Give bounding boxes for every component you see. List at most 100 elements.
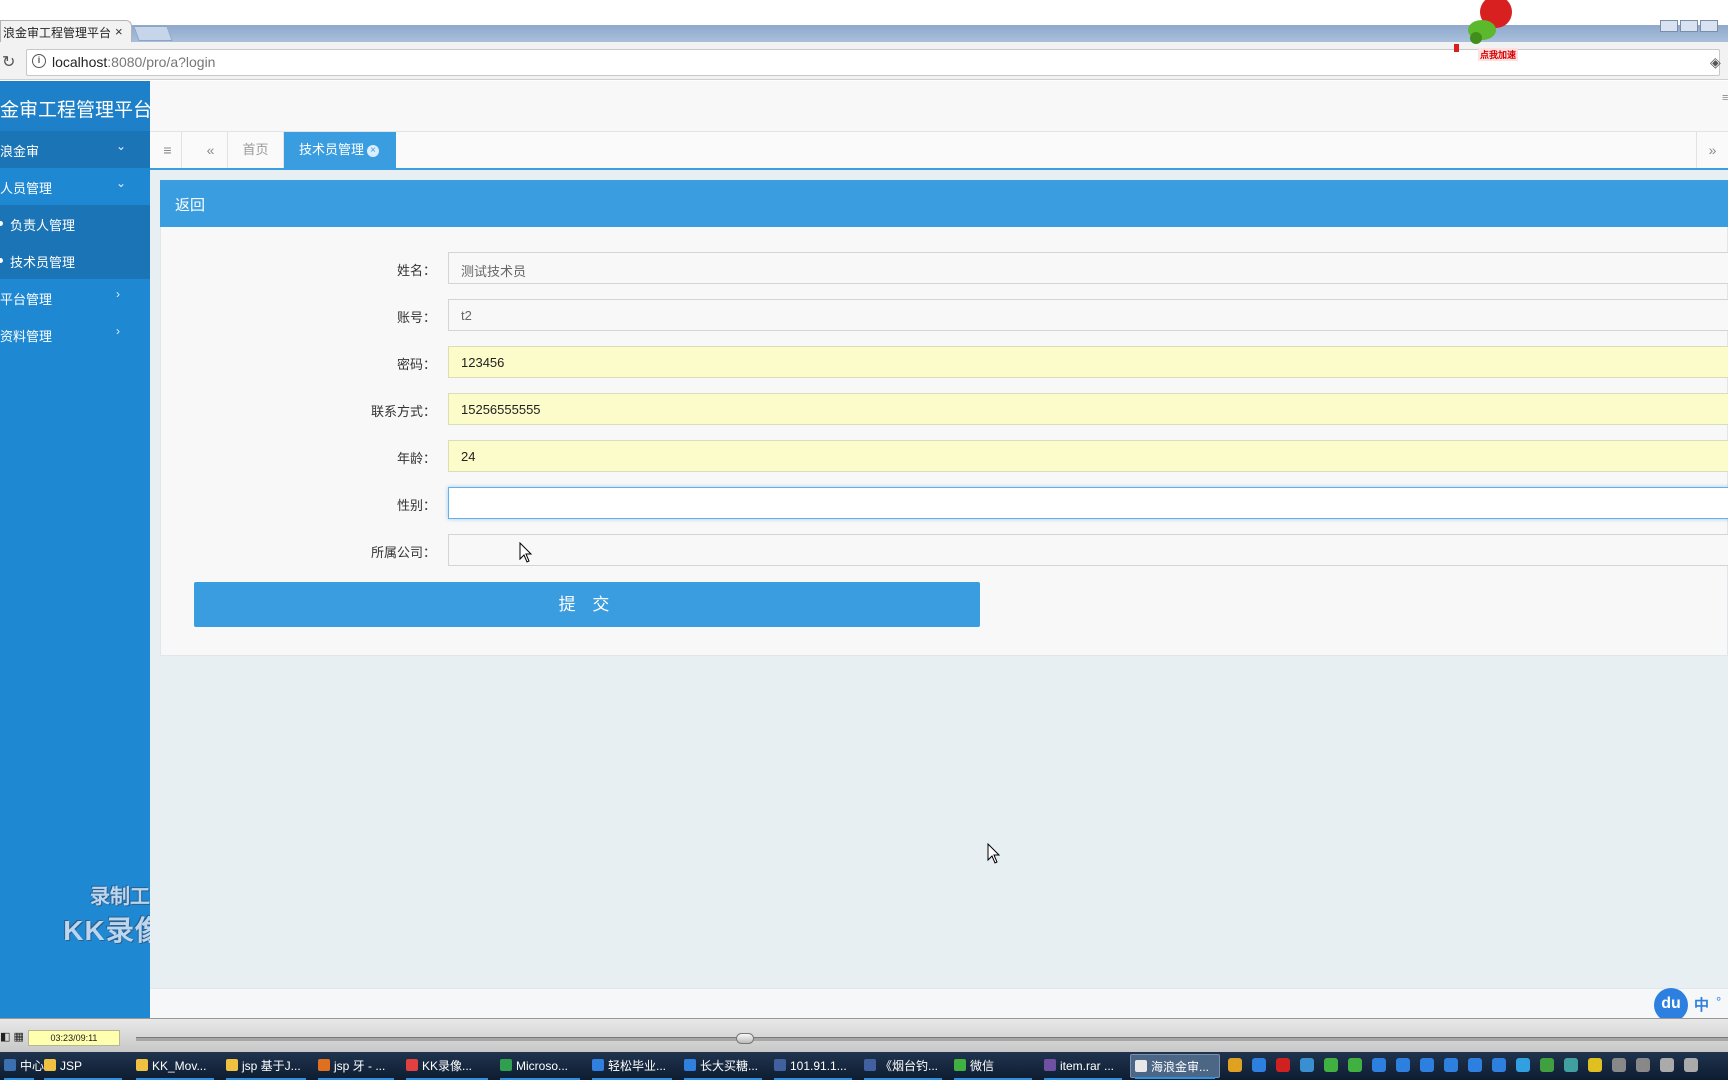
- taskbar-item-label: 海浪金审...: [1151, 1060, 1210, 1074]
- submit-button[interactable]: 提 交: [194, 582, 980, 627]
- company-field[interactable]: [448, 534, 1728, 566]
- app-icon: [592, 1059, 604, 1071]
- app-icon: [864, 1059, 876, 1071]
- tray-icon[interactable]: [1396, 1058, 1410, 1072]
- taskbar-item-label: item.rar ...: [1060, 1059, 1115, 1073]
- taskbar-item[interactable]: 长大买糖...: [680, 1054, 766, 1080]
- tray-icon[interactable]: [1252, 1058, 1266, 1072]
- ime-punct-icon[interactable]: °: [1716, 994, 1721, 1009]
- taskbar-item[interactable]: 中心...: [0, 1054, 54, 1080]
- password-field[interactable]: 123456: [448, 346, 1728, 378]
- browser-tab[interactable]: 浪金审工程管理平台 ×: [0, 20, 132, 43]
- new-tab-button[interactable]: [133, 26, 173, 41]
- url-path: :8080/pro/a?login: [107, 54, 216, 70]
- tray-icon[interactable]: [1684, 1058, 1698, 1072]
- sidebar-item-label: 资料管理: [0, 329, 53, 344]
- taskbar-item[interactable]: KK_Mov...: [132, 1054, 218, 1080]
- age-field[interactable]: 24: [448, 440, 1728, 472]
- ime-mode-indicator[interactable]: 中: [1694, 994, 1709, 1015]
- info-icon[interactable]: i: [32, 54, 46, 68]
- bullet-icon: [0, 258, 3, 263]
- browser-tab-close-icon[interactable]: ×: [115, 24, 123, 39]
- taskbar-item[interactable]: 轻松毕业...: [588, 1054, 676, 1080]
- gender-field[interactable]: [448, 487, 1728, 519]
- url-host: localhost: [52, 54, 108, 70]
- player-time: 03:23/09:11: [28, 1030, 120, 1046]
- tray-icon[interactable]: [1612, 1058, 1626, 1072]
- url-text: localhost:8080/pro/a?login: [52, 54, 215, 70]
- sidebar-item-personnel[interactable]: 人员管理 ⌄: [0, 168, 150, 205]
- taskbar-item[interactable]: 海浪金审...: [1130, 1054, 1220, 1079]
- sidebar-item-label: 负责人管理: [10, 218, 76, 233]
- minimize-icon[interactable]: [1660, 20, 1678, 32]
- reload-icon[interactable]: ↻: [2, 52, 15, 72]
- tray-icon[interactable]: [1588, 1058, 1602, 1072]
- taskbar-item[interactable]: Microso...: [496, 1054, 584, 1080]
- mouse-cursor-icon: [987, 843, 1001, 864]
- taskbar-item-label: 101.91.1...: [790, 1059, 847, 1073]
- tray-icon[interactable]: [1516, 1058, 1530, 1072]
- account-label: 账号：: [396, 310, 436, 325]
- tray-icon[interactable]: [1372, 1058, 1386, 1072]
- taskbar-item[interactable]: 101.91.1...: [770, 1054, 856, 1080]
- app-icon: [406, 1059, 418, 1071]
- taskbar-item[interactable]: item.rar ...: [1040, 1054, 1126, 1080]
- taskbar-item[interactable]: jsp 牙 - ...: [314, 1054, 398, 1080]
- taskbar-item-label: Microso...: [516, 1059, 569, 1073]
- tray-icon[interactable]: [1324, 1058, 1338, 1072]
- tray-icon[interactable]: [1540, 1058, 1554, 1072]
- name-label: 姓名：: [396, 263, 436, 278]
- taskbar-item[interactable]: JSP: [40, 1054, 126, 1080]
- tray-icon[interactable]: [1300, 1058, 1314, 1072]
- back-link[interactable]: 返回: [160, 180, 1728, 227]
- player-controls-icon[interactable]: ◧ ▦: [0, 1030, 24, 1043]
- contact-label: 联系方式：: [370, 404, 436, 419]
- close-window-icon[interactable]: [1700, 20, 1718, 32]
- baidu-ime-icon[interactable]: du: [1654, 988, 1688, 1022]
- player-seek-track[interactable]: [136, 1037, 1728, 1041]
- chevron-down-icon: ⌄: [116, 176, 127, 190]
- app-icon: [4, 1059, 16, 1071]
- app-icon: [1135, 1060, 1147, 1072]
- close-icon[interactable]: ×: [367, 144, 380, 157]
- tray-icon[interactable]: [1636, 1058, 1650, 1072]
- maximize-icon[interactable]: [1680, 20, 1698, 32]
- tray-icon[interactable]: [1444, 1058, 1458, 1072]
- sidebar-item-platform[interactable]: 平台管理 ›: [0, 279, 150, 316]
- tray-icon[interactable]: [1420, 1058, 1434, 1072]
- speedup-badge[interactable]: 点我加速: [1478, 48, 1519, 61]
- tray-icon[interactable]: [1348, 1058, 1362, 1072]
- tray-icon[interactable]: [1468, 1058, 1482, 1072]
- app-icon: [318, 1059, 330, 1071]
- player-seek-knob[interactable]: [736, 1033, 754, 1044]
- sidebar-item-technician-management[interactable]: 技术员管理: [0, 242, 150, 279]
- sidebar-item-leader-management[interactable]: 负责人管理: [0, 205, 150, 242]
- tray-icon[interactable]: [1564, 1058, 1578, 1072]
- gender-label: 性别：: [396, 498, 436, 513]
- extension-icon[interactable]: ◈: [1710, 54, 1721, 71]
- app-icon: [226, 1059, 238, 1071]
- taskbar-item[interactable]: KK录像...: [402, 1054, 492, 1080]
- app-icon: [954, 1059, 966, 1071]
- tray-icon[interactable]: [1276, 1058, 1290, 1072]
- sidebar-item-jinshen[interactable]: 浪金审 ⌄: [0, 131, 150, 168]
- tabs-next-icon[interactable]: »: [1696, 132, 1728, 168]
- tray-icon[interactable]: [1660, 1058, 1674, 1072]
- taskbar-item-label: 长大买糖...: [700, 1059, 759, 1073]
- sidebar-item-documents[interactable]: 资料管理 ›: [0, 316, 150, 353]
- password-label: 密码：: [396, 357, 436, 372]
- tray-icon[interactable]: [1228, 1058, 1242, 1072]
- app-icon: [500, 1059, 512, 1071]
- tabs-prev-icon[interactable]: «: [194, 132, 228, 168]
- tray-icon[interactable]: [1492, 1058, 1506, 1072]
- header-menu-icon[interactable]: ≡: [1722, 92, 1728, 104]
- taskbar-item[interactable]: 《烟台钓...: [860, 1054, 946, 1080]
- tab-technician-management[interactable]: 技术员管理 ×: [284, 132, 396, 170]
- name-field[interactable]: 测试技术员: [448, 252, 1728, 284]
- taskbar-item[interactable]: 微信: [950, 1054, 1036, 1080]
- tab-home[interactable]: 首页: [228, 132, 284, 168]
- taskbar-item[interactable]: jsp 基于J...: [222, 1054, 310, 1080]
- contact-field[interactable]: 15256555555: [448, 393, 1728, 425]
- account-field[interactable]: t2: [448, 299, 1728, 331]
- menu-toggle-icon[interactable]: ≡: [154, 132, 182, 168]
